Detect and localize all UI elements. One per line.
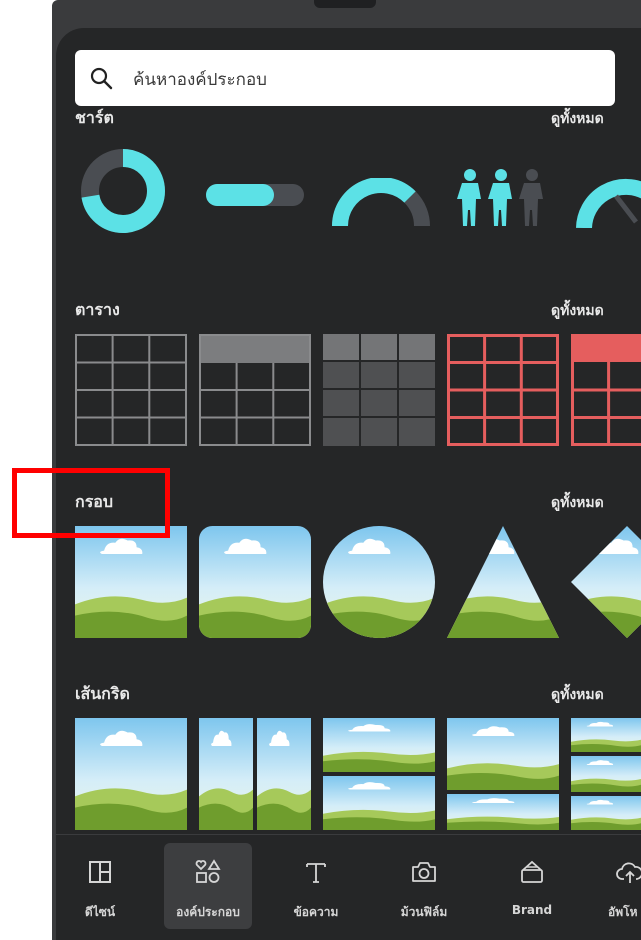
diamond-frame-element[interactable] <box>571 526 641 638</box>
table-header-element[interactable] <box>199 334 311 446</box>
table-filled-element[interactable] <box>323 334 435 446</box>
search-bar[interactable]: ค้นหาองค์ประกอบ <box>75 50 615 106</box>
square-frame-element[interactable] <box>75 526 187 638</box>
tab-uploads[interactable]: อัพโห <box>586 843 641 929</box>
section-title-grids: เส้นกริด <box>75 684 130 703</box>
tab-label-camera-roll: ม้วนฟิล์ม <box>400 905 448 919</box>
tab-label-uploads: อัพโห <box>608 905 638 919</box>
table-red-header-element[interactable] <box>571 334 641 446</box>
section-title-tables: ตาราง <box>75 300 120 319</box>
grid-two-column-element[interactable] <box>199 718 311 830</box>
triangle-frame-element[interactable] <box>447 526 559 638</box>
grid-single-element[interactable] <box>75 718 187 830</box>
tab-camera-roll[interactable]: ม้วนฟิล์ม <box>380 843 468 929</box>
see-all-charts-link[interactable]: ดูทั้งหมด <box>551 108 604 130</box>
see-all-tables-link[interactable]: ดูทั้งหมด <box>551 300 604 322</box>
grid-three-row-element[interactable] <box>571 718 641 830</box>
half-gauge-element[interactable] <box>332 178 430 226</box>
tab-label-brand: Brand <box>511 903 553 917</box>
progress-bar-element[interactable] <box>206 184 304 206</box>
bottom-tab-bar: ดีไซน์ องค์ประกอบ ข้อความ ม้วนฟิล์ม Bran… <box>56 834 641 940</box>
tab-elements[interactable]: องค์ประกอบ <box>164 843 252 929</box>
people-chart-element[interactable] <box>456 168 552 226</box>
dial-gauge-element[interactable] <box>576 178 641 228</box>
see-all-grids-link[interactable]: ดูทั้งหมด <box>551 684 604 706</box>
tab-label-design: ดีไซน์ <box>84 905 116 919</box>
table-red-grid-element[interactable] <box>447 334 559 446</box>
search-input[interactable]: ค้นหาองค์ประกอบ <box>133 66 267 93</box>
grid-top-heavy-element[interactable] <box>447 718 559 830</box>
circle-frame-element[interactable] <box>323 526 435 638</box>
tab-label-text: ข้อความ <box>293 905 339 919</box>
section-title-charts: ชาร์ต <box>75 108 114 127</box>
elements-icon <box>195 859 221 883</box>
brand-icon <box>521 860 543 883</box>
tab-text[interactable]: ข้อความ <box>272 843 360 929</box>
tab-brand[interactable]: Brand <box>488 843 576 929</box>
rounded-frame-element[interactable] <box>199 526 311 638</box>
tab-label-elements: องค์ประกอบ <box>176 905 240 919</box>
layout-icon <box>89 861 111 883</box>
see-all-frames-link[interactable]: ดูทั้งหมด <box>551 492 604 514</box>
upload-icon <box>616 862 641 883</box>
camera-icon <box>412 862 436 882</box>
donut-chart-element[interactable] <box>80 148 166 234</box>
text-icon <box>306 863 326 883</box>
search-icon <box>90 67 113 90</box>
highlight-box <box>12 468 170 538</box>
tab-design[interactable]: ดีไซน์ <box>56 843 144 929</box>
device-notch <box>314 0 376 8</box>
table-grid-element[interactable] <box>75 334 187 446</box>
grid-two-row-element[interactable] <box>323 718 435 830</box>
